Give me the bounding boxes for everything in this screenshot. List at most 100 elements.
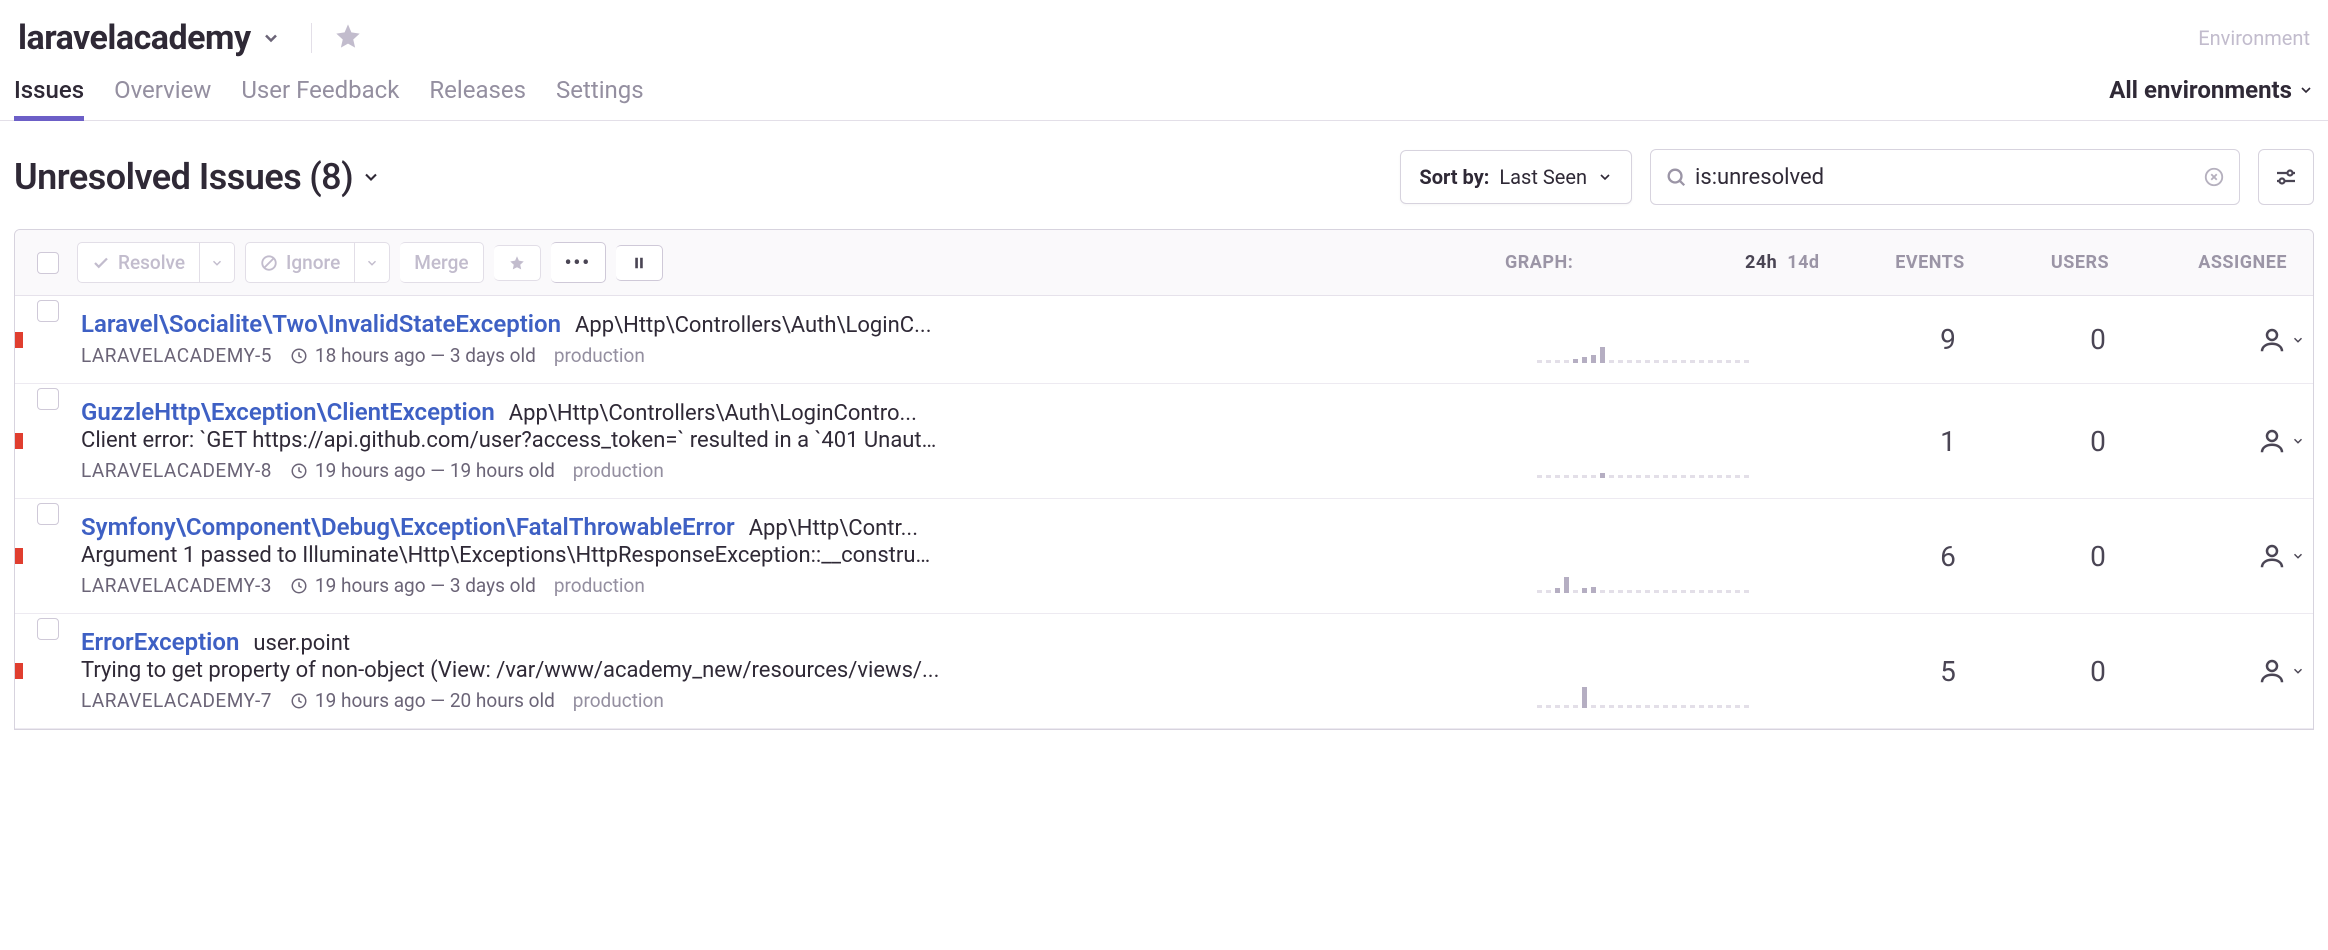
issue-time: 18 hours ago — 3 days old <box>290 344 536 367</box>
row-checkbox[interactable] <box>37 618 59 640</box>
issue-spark <box>1523 499 1763 613</box>
issue-message: Client error: `GET https://api.github.co… <box>81 428 941 453</box>
tab-releases[interactable]: Releases <box>429 76 526 120</box>
chevron-down-icon <box>2298 82 2314 98</box>
person-icon <box>2257 541 2287 571</box>
page-title[interactable]: Unresolved Issues (8) <box>14 156 381 198</box>
issues-list: Resolve Ignore Merge <box>14 229 2314 730</box>
environment-selector[interactable]: All environments <box>2109 76 2314 120</box>
person-icon <box>2257 325 2287 355</box>
row-checkbox[interactable] <box>37 503 59 525</box>
issue-assignee[interactable] <box>2173 384 2313 498</box>
sort-label: Sort by: <box>1419 165 1489 189</box>
project-switcher[interactable]: laravelacademy <box>18 18 281 58</box>
search-icon <box>1665 166 1687 188</box>
tab-settings[interactable]: Settings <box>556 76 644 120</box>
issue-events[interactable]: 1 <box>1873 384 2023 498</box>
chevron-down-icon <box>2291 333 2305 347</box>
chevron-down-icon <box>1597 169 1613 185</box>
issue-events[interactable]: 9 <box>1873 296 2023 383</box>
resolve-dropdown-button[interactable] <box>200 242 235 283</box>
filter-settings-button[interactable] <box>2258 149 2314 205</box>
column-header-assignee: ASSIGNEE <box>2155 252 2295 273</box>
bookmark-button[interactable] <box>494 245 541 281</box>
clock-icon <box>290 347 308 365</box>
issue-id: LARAVELACADEMY-7 <box>81 689 272 712</box>
issue-spark <box>1523 614 1763 728</box>
divider <box>311 23 312 53</box>
ignore-dropdown-button[interactable] <box>355 242 390 283</box>
issue-id: LARAVELACADEMY-5 <box>81 344 272 367</box>
sliders-icon <box>2274 165 2298 189</box>
star-icon <box>508 254 526 272</box>
ignore-button[interactable]: Ignore <box>245 242 355 283</box>
tab-issues[interactable]: Issues <box>14 76 84 120</box>
clock-icon <box>290 577 308 595</box>
issue-title-link[interactable]: Laravel\Socialite\Two\InvalidStateExcept… <box>81 310 561 338</box>
issue-title-link[interactable]: GuzzleHttp\Exception\ClientException <box>81 398 495 426</box>
issue-time: 19 hours ago — 3 days old <box>290 574 536 597</box>
search-input[interactable] <box>1687 165 2203 190</box>
tab-user-feedback[interactable]: User Feedback <box>241 76 399 120</box>
sort-button[interactable]: Sort by: Last Seen <box>1400 150 1632 204</box>
environment-label: Environment <box>2198 26 2310 50</box>
issue-env: production <box>554 344 645 367</box>
severity-bar <box>15 332 23 348</box>
issue-main: ErrorException user.pointTrying to get pr… <box>81 614 1523 728</box>
clear-icon[interactable] <box>2203 166 2225 188</box>
tab-overview[interactable]: Overview <box>114 76 211 120</box>
merge-button[interactable]: Merge <box>400 242 483 283</box>
issue-users[interactable]: 0 <box>2023 296 2173 383</box>
pause-realtime-button[interactable] <box>616 245 663 281</box>
issue-row: Laravel\Socialite\Two\InvalidStateExcept… <box>15 296 2313 384</box>
chevron-down-icon <box>2291 549 2305 563</box>
check-icon <box>92 254 110 272</box>
range-24h[interactable]: 24h <box>1745 252 1777 273</box>
nav-tabs-bar: Issues Overview User Feedback Releases S… <box>0 66 2328 121</box>
issue-env: production <box>554 574 645 597</box>
chevron-down-icon <box>2291 664 2305 678</box>
chevron-down-icon <box>361 167 381 187</box>
issue-message: Trying to get property of non-object (Vi… <box>81 658 941 683</box>
issue-events[interactable]: 6 <box>1873 499 2023 613</box>
sort-value: Last Seen <box>1499 165 1587 189</box>
issue-events[interactable]: 5 <box>1873 614 2023 728</box>
issue-time: 19 hours ago — 20 hours old <box>290 689 555 712</box>
issue-users[interactable]: 0 <box>2023 499 2173 613</box>
search-box[interactable] <box>1650 149 2240 205</box>
issue-assignee[interactable] <box>2173 614 2313 728</box>
select-all-checkbox[interactable] <box>37 252 59 274</box>
bookmark-star-button[interactable] <box>334 22 362 55</box>
issue-location: App\Http\Controllers\Auth\LoginContro... <box>509 401 917 426</box>
row-checkbox[interactable] <box>37 300 59 322</box>
issue-env: production <box>573 689 664 712</box>
issue-title-link[interactable]: Symfony\Component\Debug\Exception\FatalT… <box>81 513 735 541</box>
issue-main: GuzzleHttp\Exception\ClientException App\… <box>81 384 1523 498</box>
issue-location: user.point <box>253 631 350 656</box>
more-actions-button[interactable]: ••• <box>551 242 606 283</box>
issue-assignee[interactable] <box>2173 296 2313 383</box>
list-toolbar: Resolve Ignore Merge <box>15 230 2313 296</box>
issue-users[interactable]: 0 <box>2023 614 2173 728</box>
severity-bar <box>15 663 23 679</box>
project-name: laravelacademy <box>18 18 251 58</box>
person-icon <box>2257 656 2287 686</box>
row-checkbox[interactable] <box>37 388 59 410</box>
column-header-graph: GRAPH: <box>1505 252 1745 273</box>
star-icon <box>334 22 362 50</box>
nav-tabs: Issues Overview User Feedback Releases S… <box>14 76 644 120</box>
issue-row: ErrorException user.pointTrying to get pr… <box>15 614 2313 729</box>
issue-id: LARAVELACADEMY-3 <box>81 574 272 597</box>
issue-users[interactable]: 0 <box>2023 384 2173 498</box>
range-14d[interactable]: 14d <box>1787 252 1819 273</box>
issue-title-link[interactable]: ErrorException <box>81 628 239 656</box>
chevron-down-icon <box>2291 434 2305 448</box>
page-title-bar: Unresolved Issues (8) Sort by: Last Seen <box>0 121 2328 229</box>
issue-assignee[interactable] <box>2173 499 2313 613</box>
resolve-button[interactable]: Resolve <box>77 242 200 283</box>
issue-count: (8) <box>309 156 353 198</box>
issue-row: GuzzleHttp\Exception\ClientException App\… <box>15 384 2313 499</box>
chevron-down-icon <box>365 256 379 270</box>
severity-bar <box>15 433 23 449</box>
issue-spark <box>1523 384 1763 498</box>
